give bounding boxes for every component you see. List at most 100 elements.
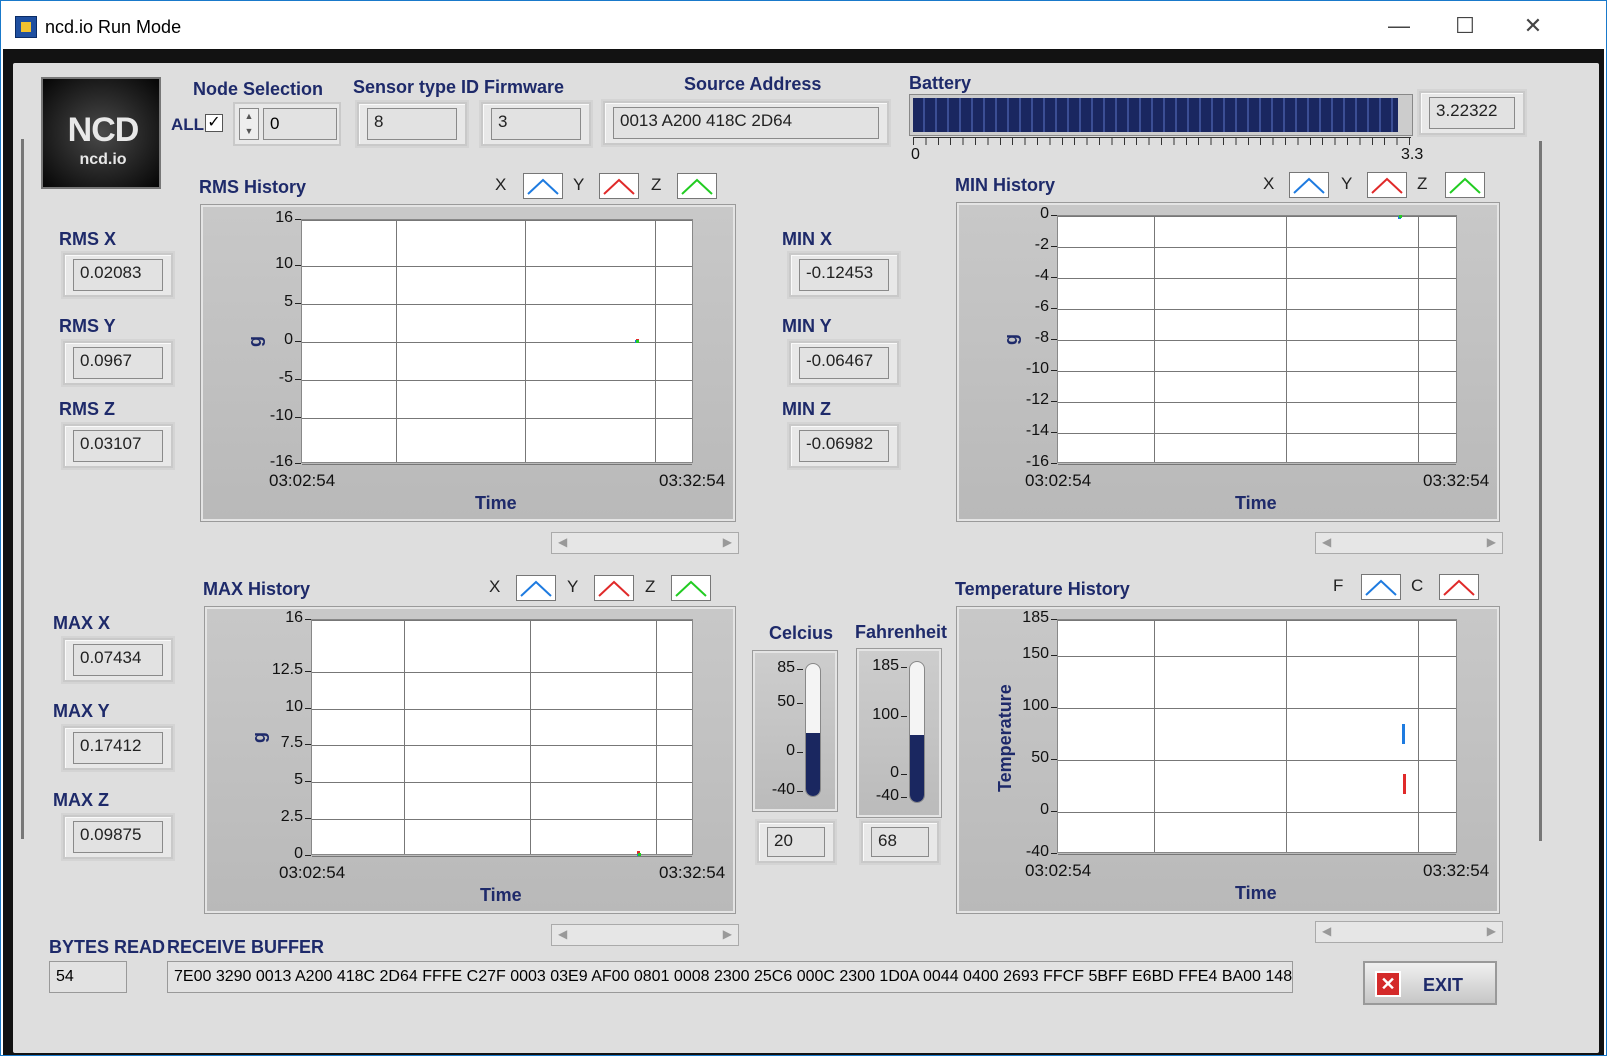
temp-grid-v <box>1154 620 1155 852</box>
rms-x-end: 03:32:54 <box>659 471 726 490</box>
maximize-button[interactable]: ☐ <box>1443 11 1487 41</box>
max-chart-scrollbar[interactable]: ◀ ▶ <box>551 924 739 946</box>
min-y-tick-mark <box>1051 432 1057 433</box>
rms-grid-v <box>525 220 527 462</box>
battery-max: 3.3 <box>1401 146 1424 163</box>
min-y-tick: -12 <box>1025 391 1049 408</box>
exit-button[interactable]: ✕ EXIT <box>1363 961 1497 1005</box>
min-grid-h <box>1058 340 1456 341</box>
min-legend-y-swatch <box>1367 172 1407 198</box>
rms-grid-h <box>302 418 692 420</box>
min-y-tick-mark <box>1051 339 1057 340</box>
celsius-tick: -40 <box>771 781 795 798</box>
fahrenheit-fill <box>910 734 924 802</box>
fahrenheit-tick: 185 <box>872 657 899 674</box>
min-chart-scrollbar[interactable]: ◀ ▶ <box>1315 532 1503 554</box>
min-x-label: MIN X <box>782 229 833 249</box>
fahrenheit-tick-mark <box>901 716 907 718</box>
min-x-start: 03:02:54 <box>1025 471 1092 490</box>
minimize-button[interactable]: — <box>1377 11 1421 41</box>
app-window: ncd.io Run Mode — ☐ ✕ NCD ncd.io Node Se… <box>0 0 1607 1056</box>
rms-y-tick: 10 <box>275 254 293 272</box>
temp-chart-scrollbar[interactable]: ◀ ▶ <box>1315 921 1503 943</box>
temp-y-tick: -40 <box>1025 843 1049 860</box>
rms-grid-v <box>396 220 398 462</box>
battery-indicator: 3.22322 <box>1419 91 1525 135</box>
node-selector[interactable]: ▲ ▼ 0 <box>233 102 341 146</box>
max-z-value: 0.09875 <box>73 821 163 853</box>
rms-y-label: RMS Y <box>59 316 116 336</box>
min-y-axis-label: g <box>1001 334 1021 345</box>
max-x-label: MAX X <box>53 613 111 633</box>
max-y-tick: 2.5 <box>280 808 303 826</box>
min-history-chart: 0 -2 -4 -6 -8 -10 -12 -14 -16 g 03:02:54 03:32:54 Ti… <box>957 203 1499 521</box>
rms-legend-y-label: Y <box>573 175 585 194</box>
rms-y-tick: -10 <box>269 407 293 425</box>
rms-x-start: 03:02:54 <box>269 471 336 490</box>
max-legend-x-label: X <box>489 577 501 596</box>
min-grid-v <box>1418 216 1419 462</box>
min-y-tick: -6 <box>1034 298 1049 315</box>
min-grid-v <box>1286 216 1287 462</box>
min-chart-title: MIN History <box>955 175 1056 195</box>
max-y-tick-mark <box>305 818 311 820</box>
fahrenheit-tick-mark <box>901 667 907 668</box>
close-button[interactable]: ✕ <box>1511 11 1555 41</box>
rms-y-tick: 5 <box>284 292 293 310</box>
node-input[interactable]: 0 <box>263 108 337 140</box>
logo-mark: NCD <box>67 111 140 149</box>
temp-point-f <box>1402 723 1405 744</box>
source-address-label: Source Address <box>684 74 822 94</box>
rms-y-tick-mark <box>295 264 301 266</box>
rms-y-tick-mark <box>295 379 301 381</box>
rms-y-tick: -16 <box>269 453 293 470</box>
min-grid-h <box>1058 402 1456 403</box>
battery-scale <box>913 137 1411 145</box>
battery-bar-fill <box>913 98 1398 132</box>
min-y-tick: -10 <box>1025 360 1049 377</box>
fahrenheit-tick: -40 <box>875 787 899 804</box>
temp-legend-c-swatch <box>1439 574 1479 600</box>
node-spinner[interactable]: ▲ ▼ <box>239 108 259 140</box>
rms-chart-scrollbar[interactable]: ◀ ▶ <box>551 532 739 554</box>
max-y-tick: 12.5 <box>271 660 303 678</box>
rms-z-indicator: 0.03107 <box>63 424 173 468</box>
logo-text: ncd.io <box>79 151 127 168</box>
rms-z-label: RMS Z <box>59 399 115 419</box>
celsius-tick-mark <box>797 703 803 705</box>
max-y-label: MAX Y <box>53 701 110 721</box>
min-grid-h <box>1058 216 1456 217</box>
min-z-indicator: -0.06982 <box>789 424 899 468</box>
source-address-value: 0013 A200 418C 2D64 <box>613 107 879 139</box>
rms-legend-x-label: X <box>495 175 507 194</box>
temp-y-axis-label: Temperature <box>995 684 1015 792</box>
node-selection-label: Node Selection <box>193 79 324 99</box>
temperature-history-chart: 185 150 100 50 0 -40 Temperature 03:02:54 03:32:… <box>957 607 1499 913</box>
min-legend-x-label: X <box>1263 174 1275 193</box>
min-y-tick-mark <box>1051 277 1057 278</box>
rms-y-tick-mark <box>295 417 301 419</box>
min-y-indicator: -0.06467 <box>789 341 899 385</box>
max-legend-z-swatch <box>671 575 711 601</box>
firmware-value: 3 <box>491 108 581 140</box>
max-y-tick-mark <box>305 707 311 709</box>
min-z-label: MIN Z <box>782 399 831 419</box>
all-checkbox[interactable]: ✓ <box>205 114 223 132</box>
max-y-axis-label: g <box>249 732 269 743</box>
celsius-tube <box>805 663 821 797</box>
max-chart-title: MAX History <box>203 579 311 599</box>
max-y-tick: 16 <box>285 609 303 626</box>
rms-legend-x-swatch <box>523 173 563 199</box>
min-legend-x-swatch <box>1289 172 1329 198</box>
rms-legend-z-swatch <box>677 173 717 199</box>
min-y-tick-mark <box>1051 401 1057 402</box>
max-y-tick: 10 <box>285 697 303 715</box>
max-legend-y-swatch <box>594 575 634 601</box>
min-y-tick-mark <box>1051 215 1057 216</box>
temp-grid-h <box>1058 760 1456 762</box>
max-y-tick: 0 <box>294 845 303 862</box>
temp-x-axis-label: Time <box>1235 883 1277 903</box>
min-grid-h <box>1058 247 1456 248</box>
sensor-type-indicator: 8 <box>357 102 467 146</box>
max-grid-h <box>312 856 692 857</box>
